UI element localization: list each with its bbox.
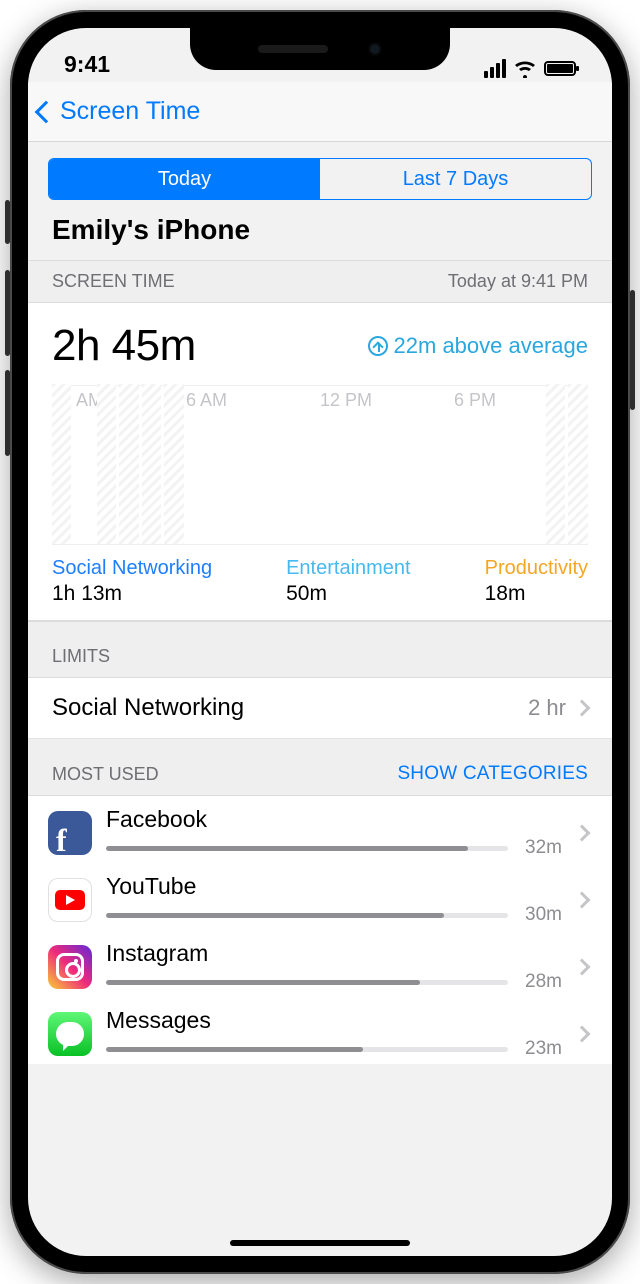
home-indicator[interactable] bbox=[230, 1240, 410, 1246]
back-label: Screen Time bbox=[60, 97, 200, 126]
tab-today[interactable]: Today bbox=[49, 159, 320, 199]
screen-time-card[interactable]: 2h 45m 22m above average 12 AM 6 AM 12 P… bbox=[28, 303, 612, 621]
screen-time-section-header: SCREEN TIME Today at 9:41 PM bbox=[28, 260, 612, 303]
chevron-right-icon bbox=[574, 824, 591, 841]
chart-hour-bar bbox=[164, 384, 183, 544]
app-name: Instagram bbox=[106, 940, 562, 971]
chevron-right-icon bbox=[574, 700, 591, 717]
cellular-signal-icon bbox=[484, 59, 506, 78]
legend-productivity-label: Productivity bbox=[485, 557, 588, 580]
youtube-icon bbox=[48, 878, 92, 922]
back-button[interactable]: Screen Time bbox=[38, 97, 200, 126]
app-row-instagram[interactable]: Instagram28m bbox=[28, 930, 612, 997]
chart-hour-bar bbox=[142, 384, 161, 544]
usage-time: 23m bbox=[516, 1038, 562, 1060]
arrow-up-circle-icon bbox=[368, 336, 388, 356]
chart-hour-bar bbox=[546, 384, 565, 544]
section-subtitle: Today at 9:41 PM bbox=[448, 271, 588, 292]
chart-hour-bar bbox=[97, 384, 116, 544]
usage-bar bbox=[106, 846, 508, 851]
instagram-icon bbox=[48, 945, 92, 989]
average-delta-text: 22m above average bbox=[394, 333, 588, 359]
chevron-right-icon bbox=[574, 958, 591, 975]
range-segmented-control: Today Last 7 Days bbox=[48, 158, 592, 200]
show-categories-button[interactable]: SHOW CATEGORIES bbox=[397, 763, 588, 785]
chart-hour-bar bbox=[119, 384, 138, 544]
device-title: Emily's iPhone bbox=[28, 214, 612, 260]
usage-bar bbox=[106, 980, 508, 985]
usage-time: 32m bbox=[516, 837, 562, 859]
legend-social-time: 1h 13m bbox=[52, 580, 212, 606]
chart-hour-bar bbox=[568, 384, 587, 544]
section-title: SCREEN TIME bbox=[52, 271, 175, 292]
messages-icon bbox=[48, 1012, 92, 1056]
nav-bar: Screen Time bbox=[28, 82, 612, 142]
section-title: MOST USED bbox=[52, 764, 159, 785]
usage-chart: 12 AM 6 AM 12 PM 6 PM bbox=[52, 385, 588, 545]
most-used-section-header: MOST USED SHOW CATEGORIES bbox=[28, 739, 612, 796]
average-delta: 22m above average bbox=[368, 333, 588, 359]
tab-last-7-days[interactable]: Last 7 Days bbox=[320, 159, 591, 199]
legend-productivity-time: 18m bbox=[485, 580, 588, 606]
usage-time: 28m bbox=[516, 971, 562, 993]
app-name: Messages bbox=[106, 1007, 562, 1038]
app-row-youtube[interactable]: YouTube30m bbox=[28, 863, 612, 930]
battery-icon bbox=[544, 61, 576, 76]
app-row-facebook[interactable]: Facebook32m bbox=[28, 796, 612, 863]
facebook-icon bbox=[48, 811, 92, 855]
wifi-icon bbox=[514, 60, 536, 78]
chart-legend: Social Networking1h 13m Entertainment50m… bbox=[52, 545, 588, 606]
limits-section-header: LIMITS bbox=[28, 621, 612, 678]
limit-name: Social Networking bbox=[52, 694, 244, 722]
app-row-messages[interactable]: Messages23m bbox=[28, 997, 612, 1064]
app-name: Facebook bbox=[106, 806, 562, 837]
limit-row-social-networking[interactable]: Social Networking 2 hr bbox=[28, 678, 612, 739]
legend-entertainment-time: 50m bbox=[286, 580, 411, 606]
usage-bar bbox=[106, 1047, 508, 1052]
chevron-right-icon bbox=[574, 1025, 591, 1042]
chevron-right-icon bbox=[574, 891, 591, 908]
usage-time: 30m bbox=[516, 904, 562, 926]
chevron-left-icon bbox=[35, 100, 58, 123]
section-title: LIMITS bbox=[52, 646, 110, 667]
limit-time: 2 hr bbox=[528, 695, 566, 721]
app-name: YouTube bbox=[106, 873, 562, 904]
total-screen-time: 2h 45m bbox=[52, 321, 196, 371]
legend-social-label: Social Networking bbox=[52, 557, 212, 580]
legend-entertainment-label: Entertainment bbox=[286, 557, 411, 580]
chart-hour-bar bbox=[52, 384, 71, 544]
status-time: 9:41 bbox=[64, 51, 110, 78]
usage-bar bbox=[106, 913, 508, 918]
